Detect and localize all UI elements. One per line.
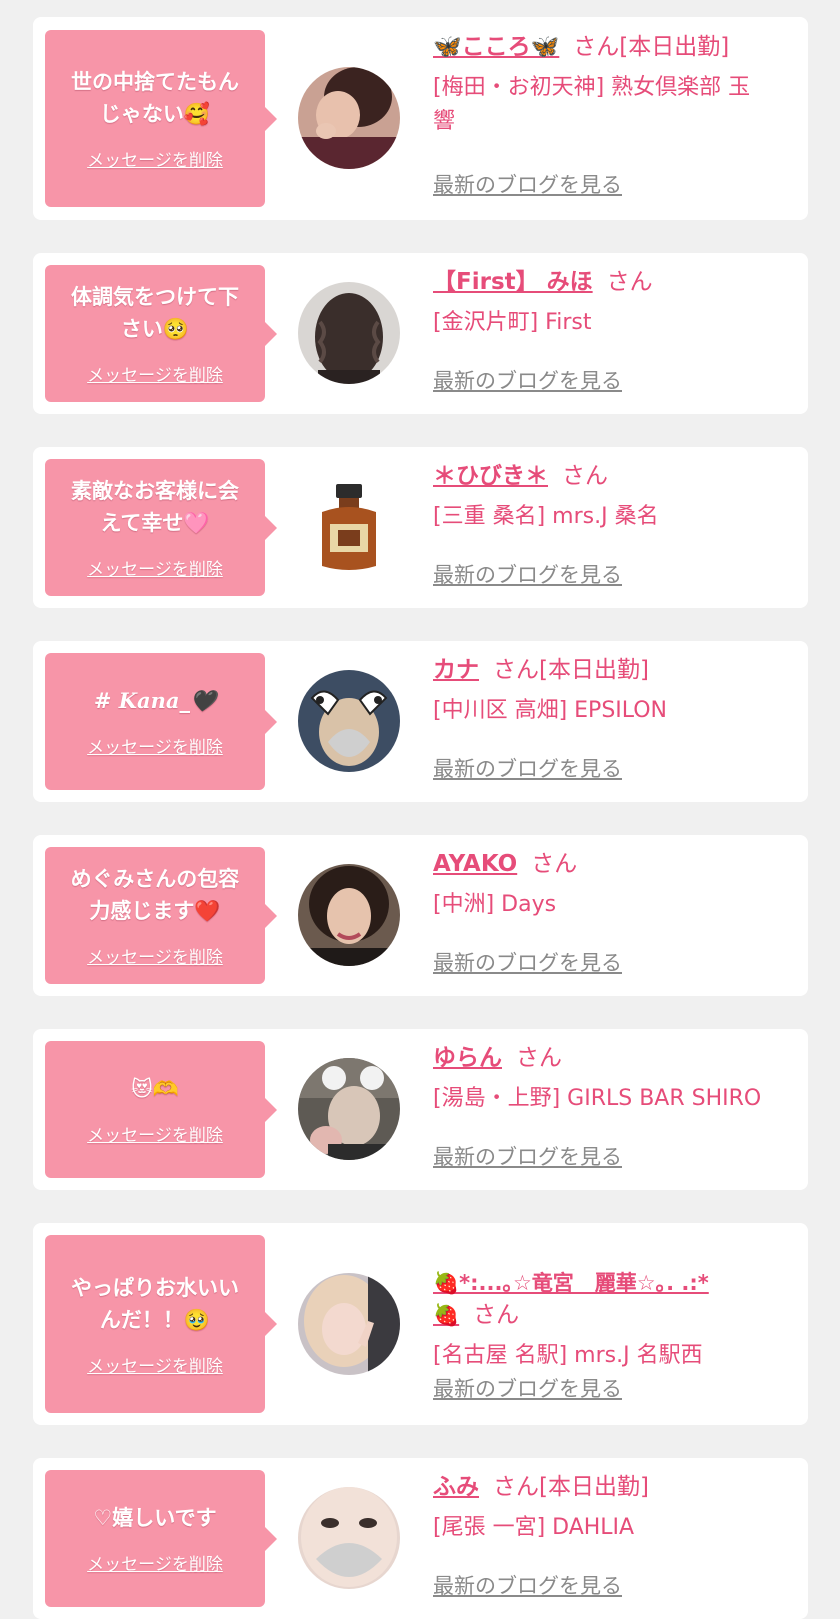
- name-line: ゆらん さん: [433, 1042, 794, 1074]
- avatar[interactable]: [298, 864, 400, 966]
- latest-blog-link[interactable]: 最新のブログを見る: [433, 559, 622, 589]
- name-line: ＊ひびき＊ さん: [433, 460, 794, 492]
- message-bubble: # Kana_🖤 メッセージを削除: [45, 653, 277, 790]
- shop-info: [中洲] Days: [433, 892, 557, 917]
- delete-message-link[interactable]: メッセージを削除: [87, 1550, 223, 1575]
- whisky-bottle-icon: [298, 476, 400, 578]
- delete-message-link[interactable]: メッセージを削除: [87, 1121, 223, 1146]
- avatar[interactable]: [298, 1058, 400, 1160]
- shop-info: [名古屋 名駅] mrs.J 名駅西: [433, 1343, 703, 1368]
- message-text: やっぱりお水いい んだ！！🥹: [71, 1275, 239, 1332]
- bear-ears-photo-icon: [298, 1058, 400, 1160]
- message-text: 世の中捨てたもん じゃない🥰: [71, 70, 239, 126]
- girl-info: ＊ひびき＊ さん [三重 桑名] mrs.J 桑名: [433, 460, 794, 534]
- shop-info: [梅田・お初天神] 熟女倶楽部 玉 響: [433, 75, 751, 134]
- girl-name-link[interactable]: 【First】 みほ: [433, 269, 593, 295]
- latest-blog-link[interactable]: 最新のブログを見る: [433, 1373, 622, 1403]
- avatar[interactable]: [298, 282, 400, 384]
- delete-message-link[interactable]: メッセージを削除: [87, 555, 223, 580]
- latest-blog-link[interactable]: 最新のブログを見る: [433, 1570, 622, 1600]
- blonde-portrait-icon: [298, 1273, 400, 1375]
- message-text: # Kana_🖤: [93, 688, 217, 713]
- girl-name-link[interactable]: AYAKO: [433, 851, 517, 877]
- woman-portrait-icon: [298, 864, 400, 966]
- girl-info: ふみ さん[本日出勤] [尾張 一宮] DAHLIA: [433, 1471, 794, 1545]
- message-bubble: 体調気をつけて下 さい🥺 メッセージを削除: [45, 265, 277, 402]
- delete-message-link[interactable]: メッセージを削除: [87, 1352, 223, 1377]
- shop-info: [三重 桑名] mrs.J 桑名: [433, 504, 659, 529]
- message-bubble: 世の中捨てたもん じゃない🥰 メッセージを削除: [45, 30, 277, 207]
- delete-message-link[interactable]: メッセージを削除: [87, 361, 223, 386]
- latest-blog-link[interactable]: 最新のブログを見る: [433, 169, 622, 199]
- delete-message-link[interactable]: メッセージを削除: [87, 146, 223, 171]
- message-bubble: めぐみさんの包容 力感じます❤️ メッセージを削除: [45, 847, 277, 984]
- favorite-card: やっぱりお水いい んだ！！🥹 メッセージを削除 🍓*:...｡☆竜宮 麗華☆｡.…: [33, 1223, 808, 1425]
- girl-name-link[interactable]: ふみ: [433, 1474, 479, 1500]
- girl-name-link[interactable]: カナ: [433, 657, 479, 683]
- message-text: 素敵なお客様に会 えて幸せ🩷: [71, 479, 239, 535]
- shop-info: [金沢片町] First: [433, 310, 592, 335]
- woman-portrait-icon: [298, 67, 400, 169]
- honorific: さん: [531, 851, 578, 877]
- girl-info: カナ さん[本日出勤] [中川区 高畑] EPSILON: [433, 654, 794, 728]
- name-line: 【First】 みほ さん: [433, 266, 794, 298]
- favorite-card: 世の中捨てたもん じゃない🥰 メッセージを削除 🦋こころ🦋 さん[本日出勤] [梅…: [33, 17, 808, 220]
- cow-ears-photo-icon: [298, 670, 400, 772]
- shop-info: [尾張 一宮] DAHLIA: [433, 1515, 635, 1540]
- latest-blog-link[interactable]: 最新のブログを見る: [433, 753, 622, 783]
- favorite-card: めぐみさんの包容 力感じます❤️ メッセージを削除 AYAKO さん [中洲] D…: [33, 835, 808, 996]
- favorite-card: 体調気をつけて下 さい🥺 メッセージを削除 【First】 みほ さん [金沢片町…: [33, 253, 808, 414]
- name-line: ふみ さん[本日出勤]: [433, 1471, 794, 1503]
- avatar[interactable]: [298, 670, 400, 772]
- message-text: めぐみさんの包容 力感じます❤️: [70, 867, 240, 923]
- favorite-card: # Kana_🖤 メッセージを削除 カナ さん[本日出勤] [中川区 高畑] EP…: [33, 641, 808, 802]
- girl-info: 【First】 みほ さん [金沢片町] First: [433, 266, 794, 340]
- message-text: 体調気をつけて下 さい🥺: [71, 285, 239, 341]
- girl-name-link[interactable]: 🦋こころ🦋: [433, 34, 559, 60]
- girl-info: AYAKO さん [中洲] Days: [433, 848, 794, 922]
- message-bubble: 😻🫶 メッセージを削除: [45, 1041, 277, 1178]
- avatar[interactable]: [298, 67, 400, 169]
- favorite-list: 世の中捨てたもん じゃない🥰 メッセージを削除 🦋こころ🦋 さん[本日出勤] [梅…: [0, 0, 840, 1619]
- girl-name-link[interactable]: ゆらん: [433, 1045, 502, 1071]
- avatar[interactable]: [298, 476, 400, 578]
- shop-info: [湯島・上野] GIRLS BAR SHIRO: [433, 1086, 762, 1111]
- face-closeup-icon: [298, 1487, 400, 1589]
- message-text: ♡嬉しいです: [93, 1506, 217, 1530]
- favorite-card: 素敵なお客様に会 えて幸せ🩷 メッセージを削除 ＊ひびき＊ さん [三重 桑名] …: [33, 447, 808, 608]
- latest-blog-link[interactable]: 最新のブログを見る: [433, 1141, 622, 1171]
- favorite-card: 😻🫶 メッセージを削除 ゆらん さん [湯島・上野] GIRLS BAR SHIR…: [33, 1029, 808, 1190]
- delete-message-link[interactable]: メッセージを削除: [87, 943, 223, 968]
- honorific: さん[本日出勤]: [493, 1474, 649, 1500]
- name-line: カナ さん[本日出勤]: [433, 654, 794, 686]
- honorific: さん[本日出勤]: [573, 34, 730, 60]
- girl-info: 🍓*:...｡☆竜宮 麗華☆｡. .:* 🍓 さん [名古屋 名駅] mrs.J …: [433, 1235, 794, 1373]
- latest-blog-link[interactable]: 最新のブログを見る: [433, 365, 622, 395]
- latest-blog-link[interactable]: 最新のブログを見る: [433, 947, 622, 977]
- honorific: さん: [606, 269, 653, 295]
- shop-info: [中川区 高畑] EPSILON: [433, 698, 668, 723]
- girl-info: 🦋こころ🦋 さん[本日出勤] [梅田・お初天神] 熟女倶楽部 玉 響: [433, 31, 794, 139]
- name-line: 🍓*:...｡☆竜宮 麗華☆｡. .:* 🍓 さん: [433, 1235, 794, 1331]
- honorific: さん: [562, 463, 608, 489]
- curly-hair-photo-icon: [298, 282, 400, 384]
- delete-message-link[interactable]: メッセージを削除: [87, 733, 223, 758]
- honorific: さん: [473, 1302, 520, 1328]
- girl-info: ゆらん さん [湯島・上野] GIRLS BAR SHIRO: [433, 1042, 794, 1116]
- honorific: さん: [516, 1045, 562, 1071]
- girl-name-link[interactable]: ＊ひびき＊: [433, 463, 548, 489]
- avatar[interactable]: [298, 1487, 400, 1589]
- name-line: 🦋こころ🦋 さん[本日出勤]: [433, 31, 794, 63]
- favorite-card: ♡嬉しいです メッセージを削除 ふみ さん[本日出勤] [尾張 一宮] DAHLI…: [33, 1458, 808, 1619]
- message-bubble: 素敵なお客様に会 えて幸せ🩷 メッセージを削除: [45, 459, 277, 596]
- message-bubble: ♡嬉しいです メッセージを削除: [45, 1470, 277, 1607]
- honorific: さん[本日出勤]: [493, 657, 649, 683]
- message-bubble: やっぱりお水いい んだ！！🥹 メッセージを削除: [45, 1235, 277, 1413]
- message-text: 😻🫶: [130, 1077, 180, 1101]
- avatar[interactable]: [298, 1273, 400, 1375]
- name-line: AYAKO さん: [433, 848, 794, 880]
